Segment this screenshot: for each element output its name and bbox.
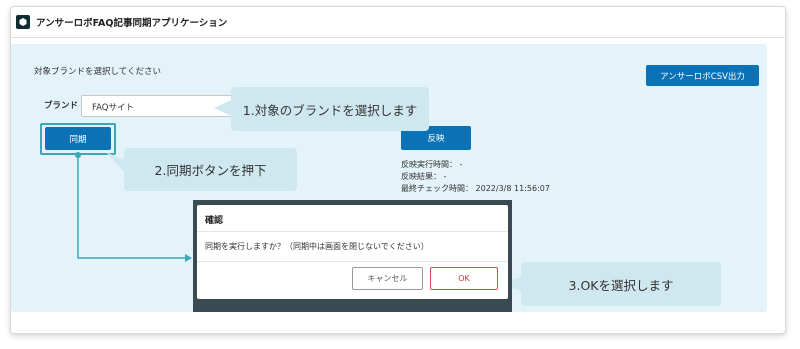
app-title: アンサーロボFAQ記事同期アプリケーション bbox=[36, 18, 228, 29]
instruction-text: 対象ブランドを選択してください bbox=[34, 67, 161, 77]
callout-step-2: 2.同期ボタンを押下 bbox=[124, 148, 297, 191]
dialog-divider bbox=[197, 261, 508, 262]
cancel-button[interactable]: キャンセル bbox=[352, 267, 423, 290]
brand-select-value: FAQサイト bbox=[92, 103, 134, 113]
dialog-header: 確認 bbox=[197, 205, 508, 232]
callout-step-1: 1.対象のブランドを選択します bbox=[231, 87, 429, 131]
confirm-dialog: 確認 同期を実行しますか？（同期中は画面を閉じないでください） キャンセル OK bbox=[197, 205, 508, 299]
sync-button[interactable]: 同期 bbox=[45, 127, 111, 150]
brand-label: ブランド bbox=[44, 101, 79, 111]
brand-select[interactable]: FAQサイト bbox=[81, 95, 251, 117]
reflect-time-status: 反映実行時間： - bbox=[401, 160, 463, 169]
dialog-title: 確認 bbox=[205, 216, 224, 226]
ok-button[interactable]: OK bbox=[430, 267, 498, 290]
callout-step-3: 3.OKを選択します bbox=[521, 262, 721, 306]
app-logo-icon bbox=[16, 15, 30, 29]
app-header: アンサーロボFAQ記事同期アプリケーション bbox=[11, 7, 785, 38]
last-check-status: 最終チェック時間： 2022/3/8 11:56:07 bbox=[401, 184, 550, 193]
csv-export-button[interactable]: アンサーロボCSV出力 bbox=[646, 65, 759, 86]
reflect-result-status: 反映結果： - bbox=[401, 172, 447, 181]
dialog-message: 同期を実行しますか？（同期中は画面を閉じないでください） bbox=[205, 242, 429, 251]
